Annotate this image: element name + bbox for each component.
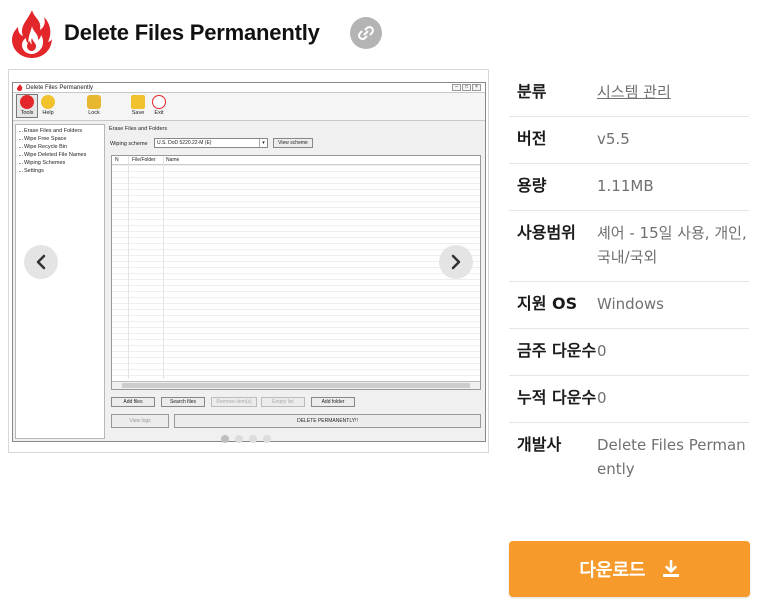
lock-icon [87, 95, 101, 109]
shot-tool-label: Tools [20, 110, 34, 116]
shot-tool-label: Save [131, 110, 145, 116]
shot-view-logs: View logs [111, 414, 169, 428]
shot-tool-exit: Exit [148, 95, 170, 116]
shot-tool-help: Help [37, 95, 59, 116]
shot-tool-label: Lock [88, 110, 100, 116]
shot-tool-save: Save [127, 95, 149, 116]
shot-col-n: N [115, 157, 119, 163]
shot-titlebar: Delete Files Permanently – □ × [13, 83, 485, 93]
save-icon [131, 95, 145, 109]
info-value: 0 [597, 389, 607, 407]
shot-col-file: File/Folder [132, 157, 156, 163]
shot-close-icon: × [472, 84, 481, 91]
page-title: Delete Files Permanently [64, 20, 320, 45]
info-row-version: 버전 v5.5 [509, 117, 749, 164]
category-link[interactable]: 시스템 관리 [597, 80, 671, 104]
info-row-developer: 개발사 Delete Files Permanently [509, 423, 749, 493]
shot-hscroll-thumb [122, 383, 470, 388]
shot-tool-lock: Lock [83, 95, 105, 116]
tools-icon [20, 95, 34, 109]
shot-add-folder: Add folder [311, 397, 355, 407]
info-value: 0 [597, 342, 607, 360]
info-label: 분류 [517, 82, 547, 101]
shot-scheme-value: U.S. DoD 5220.22-M (E) [157, 140, 212, 146]
shot-tree: Erase Files and Folders Wipe Free Space … [15, 124, 105, 439]
page-header: Delete Files Permanently [12, 8, 382, 60]
shot-grid-divider [128, 156, 129, 379]
shot-grid-lines [112, 165, 480, 379]
app-small-icon [17, 84, 23, 91]
shot-window-title: Delete Files Permanently [26, 84, 94, 91]
info-label: 지원 OS [517, 294, 578, 313]
info-row-license: 사용범위 셰어 - 15일 사용, 개인, 국내/국외 [509, 211, 749, 282]
flame-logo-icon [12, 10, 52, 58]
info-value: 1.11MB [597, 177, 654, 195]
shot-hscroll [112, 381, 480, 389]
info-label: 용량 [517, 176, 547, 195]
shot-scheme-label: Wiping scheme [110, 141, 148, 147]
link-icon [358, 25, 374, 41]
shot-body: Erase Files and Folders Wipe Free Space … [13, 122, 485, 441]
download-label: 다운로드 [579, 560, 646, 581]
carousel-next-button[interactable] [439, 245, 473, 279]
carousel-prev-button[interactable] [24, 245, 58, 279]
info-row-weekly-downloads: 금주 다운수 0 [509, 329, 749, 376]
shot-add-files: Add files [111, 397, 155, 407]
info-label: 누적 다운수 [517, 388, 597, 407]
carousel-dot[interactable] [263, 435, 271, 443]
shot-tool-tools: Tools [16, 94, 38, 118]
shot-scheme-select: U.S. DoD 5220.22-M (E) ▾ [154, 138, 268, 148]
info-value: Delete Files Permanently [597, 436, 746, 478]
shot-tool-label: Exit [154, 110, 164, 116]
shot-toolbar: Tools Help Lock Save Exit [13, 93, 485, 121]
carousel-dot[interactable] [221, 435, 229, 443]
shot-tree-item: Wiping Schemes [18, 159, 102, 167]
shot-view-scheme: View scheme [273, 138, 313, 148]
shot-search-files: Search files [161, 397, 205, 407]
shot-tree-item: Erase Files and Folders [18, 127, 102, 135]
info-label: 금주 다운수 [517, 341, 597, 360]
app-screenshot: Delete Files Permanently – □ × Tools Hel… [12, 82, 486, 442]
shot-window-controls: – □ × [452, 84, 481, 91]
chevron-left-icon [36, 254, 46, 270]
info-value: 셰어 - 15일 사용, 개인, 국내/국외 [597, 224, 747, 266]
shot-minimize-icon: – [452, 84, 461, 91]
info-value: v5.5 [597, 130, 630, 148]
shot-col-name: Name [166, 157, 180, 163]
shot-tree-item: Wipe Recycle Bin [18, 143, 102, 151]
app-info-table: 분류 시스템 관리 버전 v5.5 용량 1.11MB 사용범위 셰어 - 15… [509, 70, 749, 493]
exit-icon [152, 95, 166, 109]
screenshot-carousel: Delete Files Permanently – □ × Tools Hel… [8, 69, 489, 453]
help-icon [41, 95, 55, 109]
info-label: 버전 [517, 129, 547, 148]
shot-tree-item: Settings [18, 167, 102, 175]
download-button[interactable]: 다운로드 [509, 541, 750, 597]
shot-tree-item: Wipe Free Space [18, 135, 102, 143]
shot-delete-permanently: DELETE PERMANENTLY!! [174, 414, 481, 428]
shot-remove-items: Remove item(s) [211, 397, 257, 407]
info-row-total-downloads: 누적 다운수 0 [509, 376, 749, 423]
info-label: 사용범위 [517, 223, 576, 242]
shot-maximize-icon: □ [462, 84, 471, 91]
shot-empty-list: Empty list [261, 397, 305, 407]
shot-panel: Erase Files and Folders Wiping scheme U.… [107, 124, 483, 439]
shot-dropdown-icon: ▾ [259, 139, 267, 147]
share-link-button[interactable] [350, 17, 382, 49]
chevron-right-icon [451, 254, 461, 270]
info-value: Windows [597, 295, 664, 313]
shot-grid-divider [163, 156, 164, 379]
info-row-os: 지원 OS Windows [509, 282, 749, 329]
shot-file-grid: N File/Folder Name [111, 155, 481, 390]
download-icon [662, 560, 680, 578]
carousel-dots [221, 435, 271, 443]
shot-grid-head: N File/Folder Name [112, 156, 480, 165]
info-row-category: 분류 시스템 관리 [509, 70, 749, 117]
info-row-size: 용량 1.11MB [509, 164, 749, 211]
info-label: 개발사 [517, 435, 562, 454]
carousel-dot[interactable] [235, 435, 243, 443]
shot-panel-title: Erase Files and Folders [109, 126, 168, 132]
carousel-dot[interactable] [249, 435, 257, 443]
shot-tool-label: Help [42, 110, 54, 116]
shot-tree-item: Wipe Deleted File Names [18, 151, 102, 159]
